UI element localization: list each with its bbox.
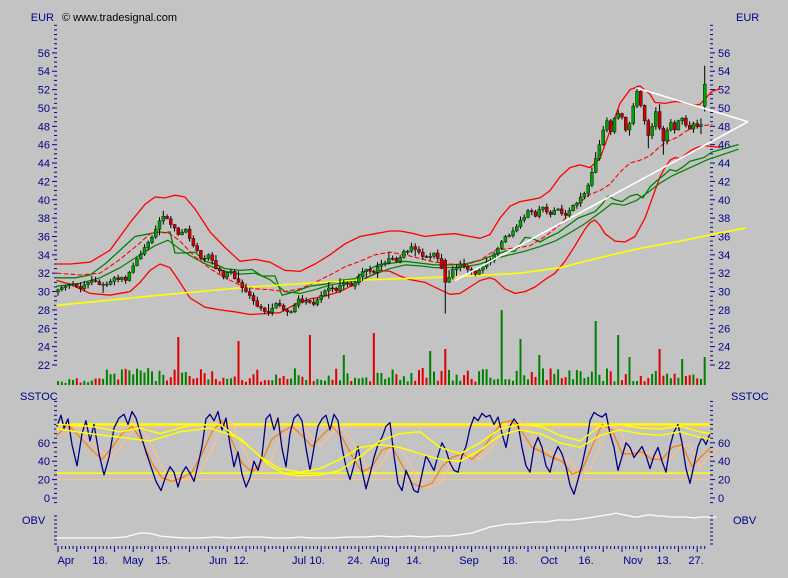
svg-text:Oct: Oct xyxy=(540,555,557,567)
svg-text:Nov: Nov xyxy=(623,555,643,567)
svg-text:56: 56 xyxy=(38,48,50,60)
svg-text:0: 0 xyxy=(718,493,724,505)
svg-text:60: 60 xyxy=(718,438,730,450)
svg-text:24: 24 xyxy=(718,342,730,354)
svg-text:27.: 27. xyxy=(688,555,703,567)
svg-text:Jun: Jun xyxy=(209,555,227,567)
svg-text:24: 24 xyxy=(38,342,50,354)
svg-text:13.: 13. xyxy=(656,555,671,567)
svg-text:0: 0 xyxy=(44,493,50,505)
svg-text:38: 38 xyxy=(38,213,50,225)
svg-text:14.: 14. xyxy=(406,555,421,567)
svg-text:52: 52 xyxy=(38,85,50,97)
svg-text:10.: 10. xyxy=(309,555,324,567)
svg-text:26: 26 xyxy=(718,323,730,335)
svg-text:34: 34 xyxy=(38,250,50,262)
svg-text:30: 30 xyxy=(38,287,50,299)
svg-text:54: 54 xyxy=(38,66,50,78)
svg-text:56: 56 xyxy=(718,48,730,60)
svg-text:40: 40 xyxy=(38,456,50,468)
chart-canvas: 5656545452525050484846464444424240403838… xyxy=(0,0,788,578)
svg-text:44: 44 xyxy=(38,158,50,170)
tradesignal-price-chart: EUR © www.tradesignal.com EUR SSTOC SSTO… xyxy=(0,0,788,578)
svg-text:15.: 15. xyxy=(155,555,170,567)
svg-text:28: 28 xyxy=(38,305,50,317)
svg-text:12.: 12. xyxy=(233,555,248,567)
svg-text:50: 50 xyxy=(38,103,50,115)
svg-text:36: 36 xyxy=(38,231,50,243)
svg-text:26: 26 xyxy=(38,323,50,335)
svg-text:40: 40 xyxy=(718,456,730,468)
svg-text:16.: 16. xyxy=(578,555,593,567)
svg-text:18.: 18. xyxy=(92,555,107,567)
svg-text:18.: 18. xyxy=(502,555,517,567)
svg-text:48: 48 xyxy=(38,121,50,133)
svg-text:52: 52 xyxy=(718,85,730,97)
svg-text:44: 44 xyxy=(718,158,730,170)
svg-text:54: 54 xyxy=(718,66,730,78)
svg-text:Jul: Jul xyxy=(292,555,306,567)
svg-text:40: 40 xyxy=(718,195,730,207)
svg-text:40: 40 xyxy=(38,195,50,207)
svg-text:Aug: Aug xyxy=(370,555,390,567)
svg-text:42: 42 xyxy=(718,176,730,188)
svg-text:32: 32 xyxy=(718,268,730,280)
svg-text:30: 30 xyxy=(718,287,730,299)
svg-text:28: 28 xyxy=(718,305,730,317)
svg-text:32: 32 xyxy=(38,268,50,280)
svg-text:46: 46 xyxy=(38,140,50,152)
svg-text:34: 34 xyxy=(718,250,730,262)
svg-text:22: 22 xyxy=(38,360,50,372)
svg-text:Sep: Sep xyxy=(459,555,479,567)
svg-text:20: 20 xyxy=(718,475,730,487)
svg-text:60: 60 xyxy=(38,438,50,450)
svg-text:May: May xyxy=(123,555,144,567)
svg-text:Apr: Apr xyxy=(57,555,74,567)
svg-text:22: 22 xyxy=(718,360,730,372)
svg-text:38: 38 xyxy=(718,213,730,225)
svg-text:42: 42 xyxy=(38,176,50,188)
svg-text:20: 20 xyxy=(38,475,50,487)
svg-text:24.: 24. xyxy=(347,555,362,567)
